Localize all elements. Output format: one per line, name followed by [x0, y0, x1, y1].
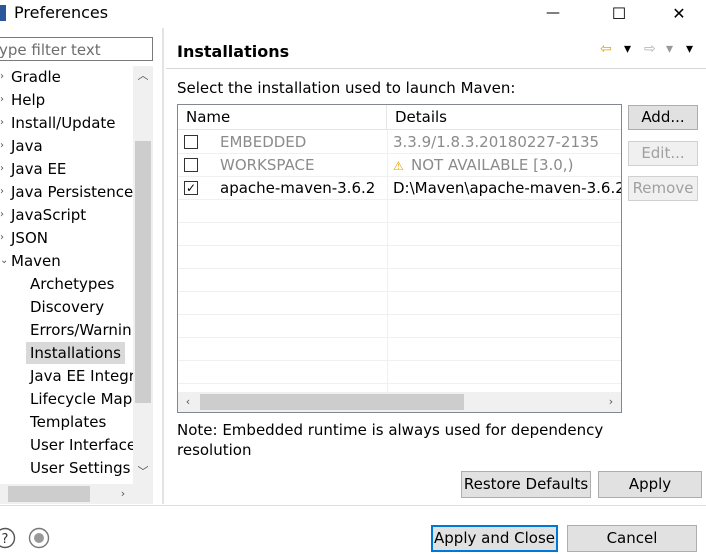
tree-item-label: JavaScript: [11, 206, 87, 224]
table-row[interactable]: ✓ apache-maven-3.6.2 D:\Maven\apache-mav…: [178, 177, 621, 200]
back-dropdown-icon[interactable]: ▾: [624, 40, 631, 58]
row-details: D:\Maven\apache-maven-3.6.2-: [393, 179, 622, 197]
restore-defaults-button[interactable]: Restore Defaults: [461, 471, 591, 498]
svg-text:?: ?: [2, 532, 9, 547]
chevron-left-icon[interactable]: ‹: [178, 392, 198, 412]
chevron-right-icon: ›: [0, 163, 4, 174]
window-title: Preferences: [14, 3, 109, 22]
installations-table: Name Details EMBEDDED 3.3.9/1.8.3.201802…: [177, 104, 622, 413]
tree-item-label: Java EE: [11, 160, 67, 178]
preferences-tree: › Gradle › Help › Install/Update › Java › Jav…: [0, 66, 153, 482]
row-details-text: NOT AVAILABLE [3.0,): [411, 156, 574, 174]
tree-item-label: Java: [11, 137, 43, 155]
row-checkbox[interactable]: ✓: [184, 181, 198, 195]
row-checkbox[interactable]: [184, 135, 198, 149]
tree-item-label: Java EE Integra: [30, 367, 145, 385]
instructions-label: Select the installation used to launch M…: [177, 79, 516, 97]
tree-vertical-scrollbar[interactable]: ︿ ﹀: [133, 66, 153, 484]
table-row: [178, 315, 621, 338]
close-button[interactable]: ✕: [656, 0, 702, 26]
table-row[interactable]: EMBEDDED 3.3.9/1.8.3.20180227-2135: [178, 131, 621, 154]
tree-item-label: Archetypes: [30, 275, 115, 293]
tree-item-label: Templates: [30, 413, 107, 431]
table-row: [178, 223, 621, 246]
tree-item-label: Installations: [26, 342, 125, 364]
row-name: apache-maven-3.6.2: [220, 179, 376, 197]
scrollbar-thumb[interactable]: [8, 486, 90, 502]
apply-button[interactable]: Apply: [598, 471, 702, 498]
note-text: Note: Embedded runtime is always used fo…: [177, 421, 604, 459]
page-title: Installations: [177, 42, 290, 61]
tree-item-label: Maven: [11, 252, 61, 270]
chevron-right-icon[interactable]: ›: [113, 484, 133, 504]
chevron-right-icon: ›: [0, 186, 4, 197]
row-name: WORKSPACE: [220, 156, 315, 174]
chevron-right-icon[interactable]: ›: [601, 392, 621, 412]
forward-dropdown-icon[interactable]: ▾: [666, 40, 673, 58]
title-bar: Preferences — ☐ ✕: [0, 0, 706, 28]
minimize-button[interactable]: —: [530, 0, 576, 26]
table-horizontal-scrollbar[interactable]: ‹ ›: [178, 392, 621, 412]
table-row: [178, 292, 621, 315]
chevron-right-icon: ›: [0, 94, 4, 105]
chevron-right-icon: ›: [0, 140, 4, 151]
chevron-up-icon[interactable]: ︿: [133, 66, 153, 86]
tree-item-label: Install/Update: [11, 114, 116, 132]
add-button[interactable]: Add...: [628, 105, 698, 130]
scrollbar-thumb[interactable]: [135, 141, 151, 403]
tree-item-label: Gradle: [11, 68, 61, 86]
filter-input[interactable]: [0, 37, 153, 61]
warning-icon: ⚠: [393, 159, 404, 173]
app-icon: [0, 5, 6, 21]
checkmark-icon: ✓: [185, 181, 197, 195]
row-details: 3.3.9/1.8.3.20180227-2135: [393, 133, 600, 151]
chevron-right-icon: ›: [0, 232, 4, 243]
tree-item-label: Help: [11, 91, 46, 109]
tree-horizontal-scrollbar[interactable]: ›: [0, 484, 153, 504]
table-row: [178, 338, 621, 361]
forward-arrow-icon[interactable]: ⇨: [644, 40, 656, 58]
chevron-down-icon[interactable]: ﹀: [133, 462, 153, 482]
table-row: [178, 269, 621, 292]
column-header-name[interactable]: Name: [178, 105, 387, 130]
tree-item-label: Errors/Warnin: [30, 321, 132, 339]
chevron-down-icon: ⌄: [0, 255, 9, 266]
chevron-right-icon: ›: [0, 117, 4, 128]
row-checkbox[interactable]: [184, 158, 198, 172]
help-icon[interactable]: ?: [0, 527, 16, 549]
sash-divider[interactable]: [162, 28, 164, 504]
view-menu-icon[interactable]: ▾: [686, 40, 693, 58]
row-name: EMBEDDED: [220, 133, 307, 151]
tree-item-label: Java Persistence: [11, 183, 134, 201]
table-row: [178, 246, 621, 269]
tree-item-label: User Interface: [30, 436, 137, 454]
page-navigation: ⇦ ▾ ⇨ ▾ ▾: [596, 40, 702, 58]
separator: [166, 68, 706, 69]
tree-item-label: User Settings: [30, 459, 131, 477]
chevron-right-icon: ›: [0, 209, 4, 220]
scrollbar-thumb[interactable]: [200, 394, 464, 410]
record-macro-icon[interactable]: [28, 527, 50, 549]
row-details: ⚠ NOT AVAILABLE [3.0,): [393, 155, 573, 177]
tree-item-label: Lifecycle Mapp: [30, 390, 142, 408]
table-row[interactable]: WORKSPACE ⚠ NOT AVAILABLE [3.0,): [178, 154, 621, 177]
remove-button[interactable]: Remove: [628, 176, 698, 201]
tree-item-label: Discovery: [30, 298, 105, 316]
cancel-button[interactable]: Cancel: [567, 525, 697, 552]
chevron-right-icon: ›: [0, 71, 4, 82]
table-row: [178, 361, 621, 384]
separator: [0, 505, 706, 506]
apply-and-close-button[interactable]: Apply and Close: [431, 525, 558, 552]
back-arrow-icon[interactable]: ⇦: [600, 40, 612, 58]
tree-item-label: JSON: [11, 229, 48, 247]
table-row: [178, 200, 621, 223]
column-header-details[interactable]: Details: [387, 105, 621, 130]
edit-button[interactable]: Edit...: [628, 141, 698, 166]
maximize-button[interactable]: ☐: [596, 0, 642, 26]
